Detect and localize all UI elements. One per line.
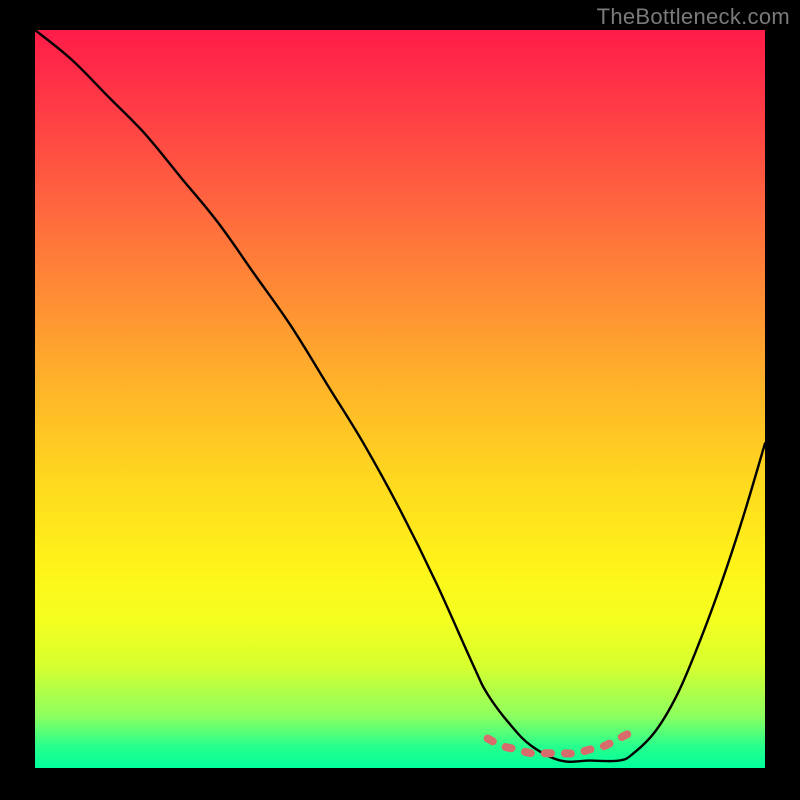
chart-root: TheBottleneck.com (0, 0, 800, 800)
curve-layer (35, 30, 765, 768)
watermark-label: TheBottleneck.com (597, 4, 790, 30)
optimal-region-marker (488, 731, 634, 753)
bottleneck-curve (35, 30, 765, 762)
plot-area (35, 30, 765, 768)
